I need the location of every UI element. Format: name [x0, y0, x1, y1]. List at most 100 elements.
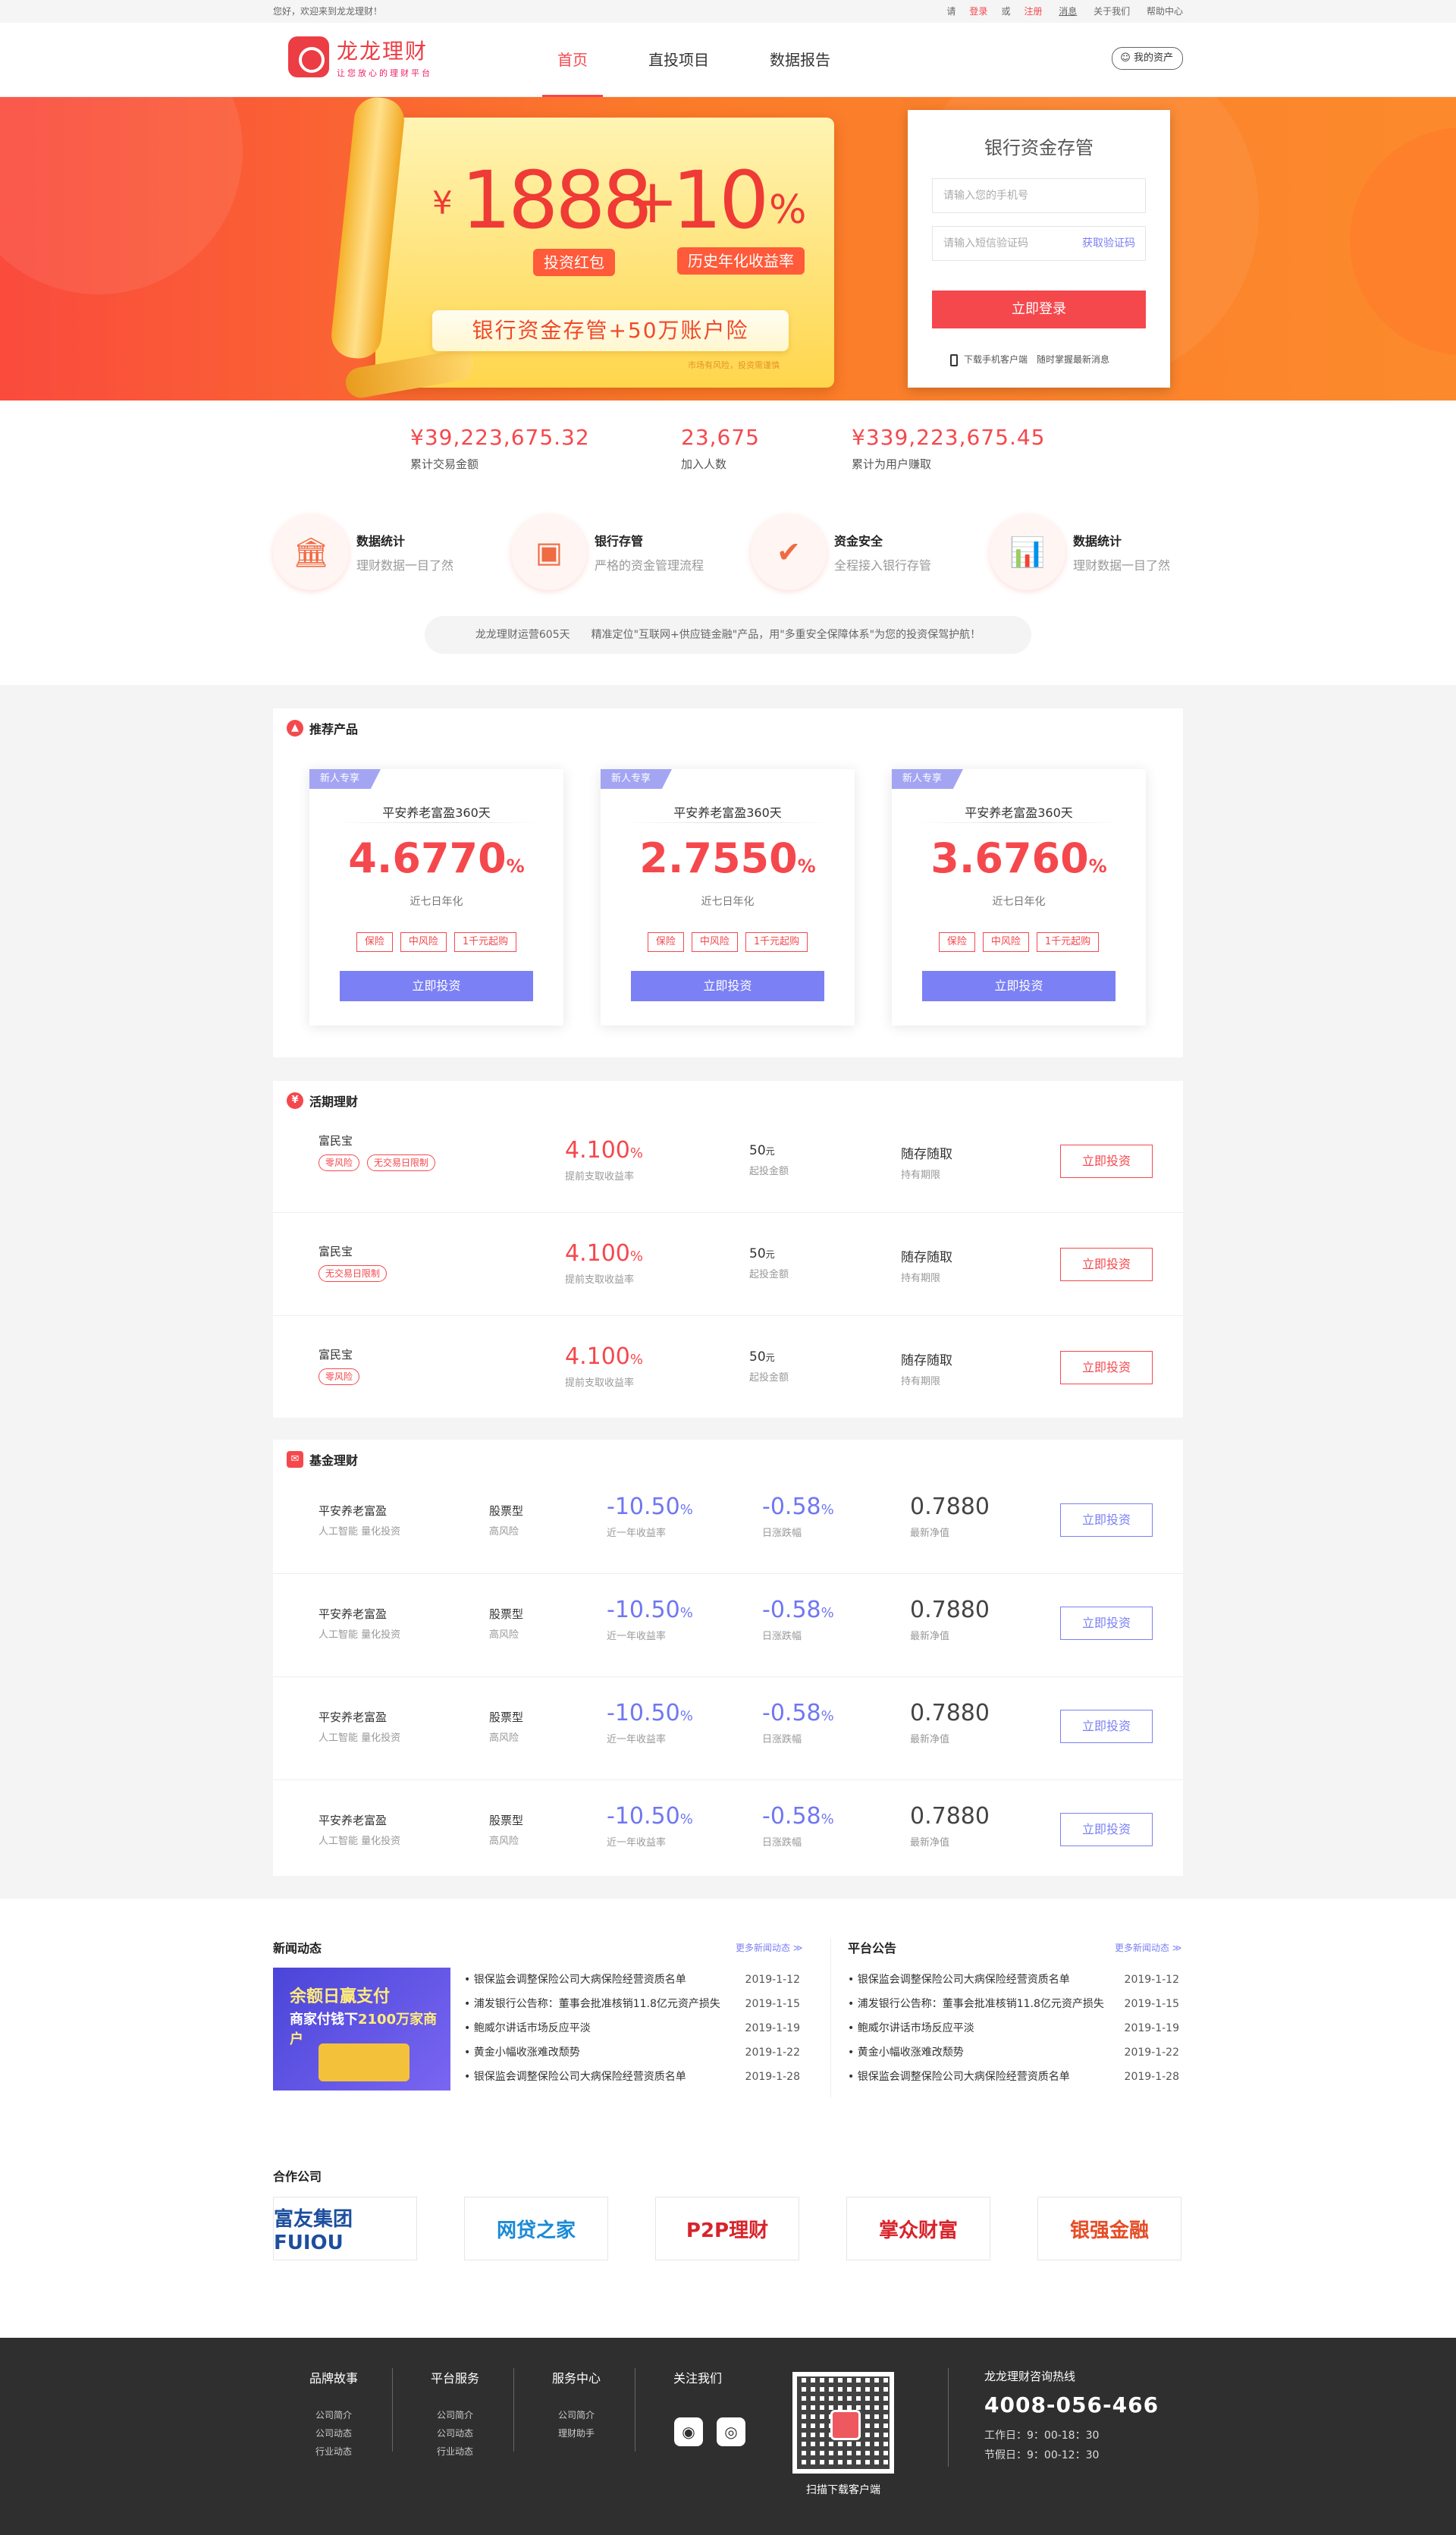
fund-row: 平安养老富盈 人工智能 量化投资 股票型 高风险 -10.50% 近一年收益率 -0.… [273, 1471, 1183, 1574]
footer-link[interactable]: 公司动态 [303, 2424, 364, 2442]
announcement-item-date: 2019-1-28 [1124, 2071, 1179, 2083]
message-link[interactable]: 消息 [1059, 6, 1077, 17]
nav-direct-projects[interactable]: 直投项目 [648, 23, 709, 97]
footer-link[interactable]: 理财助手 [546, 2424, 607, 2442]
nav-data-report[interactable]: 数据报告 [770, 23, 830, 97]
rate-unit: % [629, 1352, 643, 1368]
invest-button[interactable]: 立即投资 [1060, 1710, 1153, 1743]
product-card: 新人专享 平安养老富盈360天 3.6760% 近七日年化 保险 中风险 1千元起购… [892, 769, 1146, 1026]
partner-logo-yinqiang[interactable]: 银强金融 [1037, 2197, 1181, 2260]
phone-input[interactable]: 请输入您的手机号 [932, 178, 1146, 213]
invest-button[interactable]: 立即投资 [922, 971, 1116, 1001]
product-tag-chip: 中风险 [982, 932, 1029, 952]
partner-logo-wdzj[interactable]: 网贷之家 [464, 2197, 608, 2260]
invest-button[interactable]: 立即投资 [631, 971, 824, 1001]
partner-logo-zhangzhong[interactable]: 掌众财富 [846, 2197, 990, 2260]
promo-slogan: 银行资金存管+50万账户险 [432, 310, 789, 351]
day-change-unit: % [821, 1811, 834, 1827]
stat-value: ¥339,223,675.45 [852, 425, 1046, 450]
current-row: 富民宝 无交易日限制 4.100% 提前支取收益率 50元 起投金额 随存随取 持有期限… [273, 1213, 1183, 1316]
news-item[interactable]: • 鲍威尔讲话市场反应平淡 2019-1-19 [464, 2016, 800, 2040]
workday-hours: 工作日：9：00-18：30 [984, 2430, 1100, 2442]
announcement-more-link[interactable]: 更多新闻动态 ≫ [1115, 1941, 1181, 1954]
news-more-link[interactable]: 更多新闻动态 ≫ [736, 1941, 802, 1954]
download-app-link[interactable]: 下载手机客户端 随时掌握最新消息 [950, 353, 1109, 366]
wechat-icon[interactable]: ◉ [674, 2417, 703, 2446]
weibo-icon[interactable]: ◎ [717, 2417, 745, 2446]
login-link[interactable]: 登录 [969, 6, 987, 17]
fund-type: 股票型 [489, 1504, 524, 1518]
invest-button[interactable]: 立即投资 [1060, 1145, 1153, 1178]
footer-link[interactable]: 公司简介 [546, 2406, 607, 2424]
about-link[interactable]: 关于我们 [1094, 6, 1130, 17]
news-banner-image[interactable]: 余额日赢支付 商家付钱下2100万家商户 [273, 1968, 450, 2091]
partner-logo-p2p[interactable]: P2P理财 [655, 2197, 799, 2260]
news-title: 新闻动态 [273, 1941, 322, 1955]
invest-button[interactable]: 立即投资 [1060, 1503, 1153, 1537]
rate-value: 4.100 [565, 1343, 630, 1370]
min-unit: 元 [765, 1249, 775, 1260]
fund-type: 股票型 [489, 1607, 524, 1621]
product-card: 新人专享 平安养老富盈360天 4.6770% 近七日年化 保险 中风险 1千元起购… [309, 769, 563, 1026]
announcement-item[interactable]: • 鲍威尔讲话市场反应平淡 2019-1-19 [848, 2016, 1179, 2040]
min-label: 起投金额 [749, 1372, 789, 1384]
product-card: 新人专享 平安养老富盈360天 2.7550% 近七日年化 保险 中风险 1千元起购… [601, 769, 855, 1026]
fund-name: 平安养老富盈 [318, 1504, 388, 1518]
announcement-item-title: 银保监会调整保险公司大病保险经营资质名单 [857, 1974, 1070, 1986]
divider [915, 822, 1123, 823]
current-row: 富民宝 零风险 4.100% 提前支取收益率 50元 起投金额 随存随取 持有期限 立即… [273, 1316, 1183, 1419]
invest-button[interactable]: 立即投资 [1060, 1607, 1153, 1640]
news-item[interactable]: • 黄金小幅收涨难改颓势 2019-1-22 [464, 2040, 800, 2065]
announcement-item[interactable]: • 浦发银行公告称：董事会批准核销11.8亿元资产损失 2019-1-15 [848, 1992, 1179, 2016]
news-item[interactable]: • 银保监会调整保险公司大病保险经营资质名单 2019-1-12 [464, 1968, 800, 1992]
day-change: -0.58 [762, 1597, 821, 1623]
news-item[interactable]: • 浦发银行公告称：董事会批准核销11.8亿元资产损失 2019-1-15 [464, 1992, 800, 2016]
platform-notice: 龙龙理财运营605天 精准定位"互联网+供应链金融"产品，用"多重安全保障体系"… [425, 616, 1031, 654]
news-item-title: 银保监会调整保险公司大病保险经营资质名单 [473, 1974, 686, 1986]
product-tag-chip: 1千元起购 [453, 932, 517, 952]
nav-home[interactable]: 首页 [542, 23, 603, 97]
product-chip: 零风险 [318, 1154, 360, 1171]
shield-icon: ✔ [751, 514, 827, 590]
stat-label: 累计为用户赚取 [852, 457, 932, 471]
product-tag-chip: 1千元起购 [745, 932, 808, 952]
recommend-panel: ▲ 推荐产品 新人专享 平安养老富盈360天 4.6770% 近七日年化 保险 中风… [273, 708, 1183, 1057]
product-rate-value: 4.6770 [348, 834, 507, 882]
news-list: • 银保监会调整保险公司大病保险经营资质名单 2019-1-12 • 浦发银行公告… [464, 1968, 800, 2089]
footer-link[interactable]: 公司动态 [425, 2424, 485, 2442]
product-rate-unit: % [1088, 856, 1107, 877]
register-link[interactable]: 注册 [1024, 6, 1042, 17]
logo-icon [288, 36, 329, 77]
min-amount: 50 [749, 1246, 766, 1261]
get-code-button[interactable]: 获取验证码 [1082, 235, 1135, 250]
site-header: 龙龙理财 让您放心的理财平台 首页 直投项目 数据报告 ☺ 我的资产 [0, 23, 1456, 97]
footer-link[interactable]: 公司简介 [425, 2406, 485, 2424]
fund-desc: 人工智能 量化投资 [318, 1836, 401, 1847]
my-assets-button[interactable]: ☺ 我的资产 [1112, 47, 1183, 70]
announcement-item[interactable]: • 银保监会调整保险公司大病保险经营资质名单 2019-1-28 [848, 2065, 1179, 2089]
invest-button[interactable]: 立即投资 [1060, 1813, 1153, 1846]
invest-button[interactable]: 立即投资 [340, 971, 533, 1001]
footer-link[interactable]: 行业动态 [303, 2442, 364, 2461]
announcement-item[interactable]: • 黄金小幅收涨难改颓势 2019-1-22 [848, 2040, 1179, 2065]
partner-logo-fuiou[interactable]: 富友集团 FUIOU [273, 2197, 417, 2260]
help-link[interactable]: 帮助中心 [1147, 6, 1183, 17]
login-button[interactable]: 立即登录 [932, 291, 1146, 328]
user-icon: ☺ [1120, 52, 1131, 64]
risk-warning: 市场有风险，投资需谨慎 [688, 360, 780, 370]
announcement-item-date: 2019-1-19 [1124, 2022, 1179, 2034]
invest-button[interactable]: 立即投资 [1060, 1351, 1153, 1384]
logo-title: 龙龙理财 [337, 39, 428, 64]
footer-col-follow: 关注我们 [667, 2368, 728, 2406]
footer-link[interactable]: 公司简介 [303, 2406, 364, 2424]
logo[interactable]: 龙龙理财 让您放心的理财平台 [288, 35, 432, 79]
footer-link[interactable]: 行业动态 [425, 2442, 485, 2461]
product-chip: 无交易日限制 [367, 1154, 436, 1171]
stat-label: 加入人数 [681, 457, 727, 471]
news-item[interactable]: • 银保监会调整保险公司大病保险经营资质名单 2019-1-28 [464, 2065, 800, 2089]
min-label: 起投金额 [749, 1269, 789, 1280]
announcement-item[interactable]: • 银保监会调整保险公司大病保险经营资质名单 2019-1-12 [848, 1968, 1179, 1992]
invest-button[interactable]: 立即投资 [1060, 1248, 1153, 1281]
footer-col-service: 平台服务 公司简介 公司动态 行业动态 [425, 2368, 485, 2461]
fund-risk: 高风险 [489, 1526, 519, 1538]
